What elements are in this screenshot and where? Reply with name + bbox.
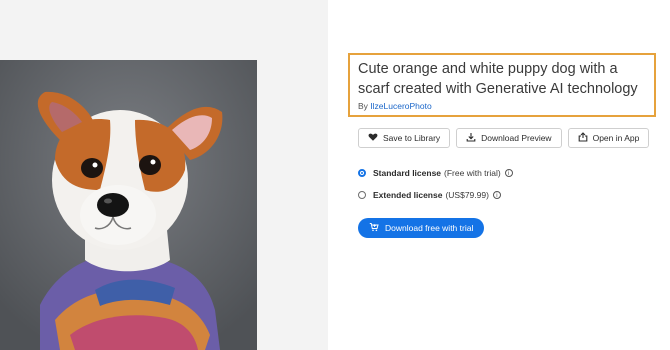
license-note: (Free with trial) xyxy=(444,168,501,178)
cart-icon xyxy=(369,222,379,234)
download-preview-label: Download Preview xyxy=(481,133,552,143)
save-to-library-button[interactable]: Save to Library xyxy=(358,128,451,148)
info-icon[interactable]: i xyxy=(504,169,513,177)
extended-license-radio[interactable] xyxy=(358,191,366,199)
author-link[interactable]: IlzeLuceroPhoto xyxy=(370,101,431,111)
asset-details: Cute orange and white puppy dog with a s… xyxy=(348,53,658,238)
open-in-app-label: Open in App xyxy=(592,133,640,143)
download-free-with-trial-button[interactable]: Download free with trial xyxy=(358,218,485,238)
download-preview-button[interactable]: Download Preview xyxy=(456,128,562,148)
download-icon xyxy=(466,132,476,144)
by-label: By xyxy=(358,101,368,111)
license-note: (US$79.99) xyxy=(445,190,489,200)
license-options: Standard license (Free with trial) i Ext… xyxy=(358,162,658,206)
license-option-extended[interactable]: Extended license (US$79.99) i xyxy=(358,184,658,206)
open-in-app-icon xyxy=(578,132,588,144)
license-name: Standard license xyxy=(373,168,442,178)
asset-title: Cute orange and white puppy dog with a s… xyxy=(358,61,638,97)
download-free-with-trial-label: Download free with trial xyxy=(385,223,474,233)
standard-license-radio[interactable] xyxy=(358,169,366,177)
title-highlight: Cute orange and white puppy dog with a s… xyxy=(348,53,656,117)
license-option-standard[interactable]: Standard license (Free with trial) i xyxy=(358,162,658,184)
info-icon[interactable]: i xyxy=(492,191,501,199)
heart-icon xyxy=(368,132,378,144)
open-in-app-button[interactable]: Open in App xyxy=(567,128,650,148)
action-bar: Save to Library Download Preview Open in… xyxy=(358,128,658,148)
license-name: Extended license xyxy=(373,190,443,200)
byline: By IlzeLuceroPhoto xyxy=(358,101,646,111)
save-to-library-label: Save to Library xyxy=(383,133,441,143)
stock-image-puppy[interactable] xyxy=(0,60,257,350)
